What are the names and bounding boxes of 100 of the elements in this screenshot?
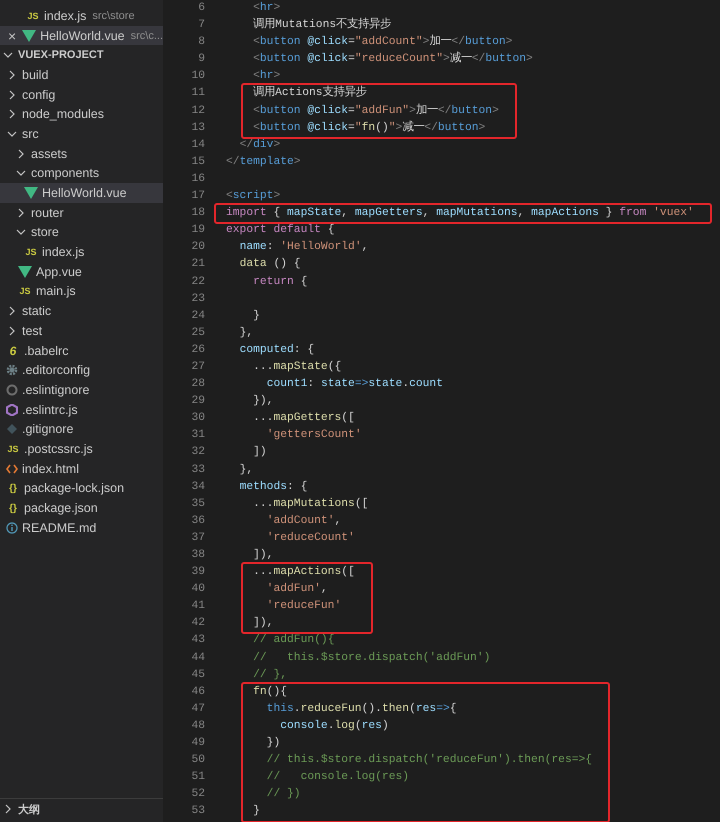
line-number: 18 [190, 206, 205, 222]
file-item[interactable]: 6 .babelrc [0, 340, 163, 360]
line-number: 30 [190, 411, 205, 426]
file-item[interactable]: .gitignore [0, 419, 163, 440]
line-number: 19 [190, 223, 205, 238]
code-line: 'reduceFun' [266, 600, 342, 612]
line-number: 20 [190, 240, 205, 256]
code-line: fn(){ [253, 686, 288, 698]
folder-item[interactable]: store [0, 222, 163, 242]
line-number: 33 [190, 462, 205, 478]
file-item[interactable]: README.md [0, 518, 163, 538]
line-number: 41 [190, 599, 205, 614]
angle-brackets-icon [6, 462, 18, 475]
file-item[interactable]: JS .postcssrc.js [0, 439, 163, 459]
code-line: } [253, 310, 260, 322]
file-item[interactable]: .eslintrc.js [0, 400, 163, 420]
line-number: 37 [190, 530, 205, 546]
file-path: src\c... [130, 30, 163, 42]
code-line: 调用Mutations不支持异步 [253, 19, 392, 32]
folder-item[interactable]: components [0, 164, 163, 184]
file-name: .gitignore [22, 422, 74, 436]
code-line: name: 'HelloWorld', [240, 241, 368, 254]
file-item[interactable]: JS index.js [0, 242, 163, 262]
file-name: .eslintrc.js [22, 402, 78, 417]
file-item[interactable]: {} package.json [0, 498, 163, 518]
info-icon [6, 522, 18, 534]
file-name: index.html [22, 462, 79, 476]
folder-item[interactable]: config [0, 84, 163, 104]
diamond-icon [6, 423, 18, 436]
close-icon[interactable]: × [8, 28, 16, 43]
folder-item[interactable]: test [0, 321, 163, 341]
line-number: 21 [190, 257, 205, 272]
code-line: ...mapMutations([ [253, 498, 368, 510]
vue-logo-icon [18, 266, 32, 278]
folder-item[interactable]: build [0, 65, 163, 85]
project-header[interactable]: VUEX-PROJECT [0, 45, 163, 66]
code-line: // console.log(res) [266, 771, 410, 784]
file-name: package.json [24, 501, 98, 516]
line-number: 22 [190, 274, 205, 290]
code-line: <hr> [253, 2, 280, 14]
file-type-label: {} [8, 482, 18, 494]
code-line: count1: state=>state.count [266, 378, 443, 390]
line-number: 52 [190, 787, 205, 802]
file-name: index.js [44, 8, 86, 23]
code-line: // addFun(){ [253, 634, 334, 646]
folder-name: build [22, 68, 48, 82]
file-type-label: JS [18, 286, 32, 296]
code-line: </div> [240, 138, 280, 151]
code-line: ...mapState({ [253, 360, 342, 373]
code-line: import { mapState, mapGetters, mapMutations, mapActions } from 'vuex' [226, 207, 694, 220]
file-item[interactable]: HelloWorld.vue [0, 183, 163, 203]
line-number: 12 [190, 104, 205, 119]
code-line: ...mapGetters([ [253, 412, 355, 424]
code-line: }), [253, 395, 274, 408]
line-number: 53 [190, 804, 205, 820]
code-line: <button @click="reduceCount">减一</button> [253, 53, 533, 66]
line-number: 46 [190, 684, 205, 700]
file-type-label: {} [8, 502, 18, 514]
code-line: <button @click="fn()">减一</button> [253, 122, 486, 134]
line-number: 25 [190, 326, 205, 341]
file-item[interactable]: {} package-lock.json [0, 478, 163, 498]
line-number: 11 [190, 86, 205, 102]
gear-icon [6, 364, 18, 376]
code-line: ...mapActions([ [253, 566, 355, 578]
folder-item[interactable]: router [0, 202, 163, 223]
file-type-label: JS [6, 444, 20, 454]
folder-item[interactable]: static [0, 301, 163, 321]
outline-header[interactable]: 大纲 [0, 799, 163, 819]
line-number: 38 [190, 548, 205, 563]
open-editor-item[interactable]: JS index.js src\store [0, 6, 163, 26]
folder-item[interactable]: node_modules [0, 104, 163, 124]
line-number: 23 [190, 292, 205, 307]
line-number: 29 [190, 394, 205, 410]
file-name: main.js [36, 284, 76, 298]
file-item[interactable]: JS main.js [0, 282, 163, 302]
file-name: .babelrc [24, 344, 68, 358]
folder-item[interactable]: assets [0, 144, 163, 164]
folder-item[interactable]: src [0, 124, 163, 144]
folder-name: static [22, 304, 52, 318]
line-number: 51 [190, 770, 205, 786]
line-number: 40 [190, 582, 205, 598]
file-item[interactable]: .eslintignore [0, 380, 163, 400]
file-item[interactable]: App.vue [0, 262, 163, 282]
file-name: package-lock.json [24, 481, 124, 496]
line-number: 27 [190, 360, 205, 375]
file-item[interactable]: .editorconfig [0, 360, 163, 380]
folder-name: router [31, 206, 64, 220]
line-number: 9 [197, 52, 205, 68]
line-number: 31 [190, 428, 205, 444]
open-editor-item[interactable]: × HelloWorld.vue src\c... [0, 26, 163, 46]
folder-name: node_modules [22, 107, 104, 122]
file-type-label: JS [24, 247, 38, 258]
folder-name: components [31, 166, 100, 180]
line-number: 50 [190, 753, 205, 768]
file-type-label: 6 [8, 344, 18, 358]
code-line: }, [240, 464, 254, 476]
code-line: }, [240, 326, 254, 339]
file-name: HelloWorld.vue [40, 28, 125, 43]
code-line: export default { [226, 224, 334, 236]
file-item[interactable]: index.html [0, 458, 163, 478]
